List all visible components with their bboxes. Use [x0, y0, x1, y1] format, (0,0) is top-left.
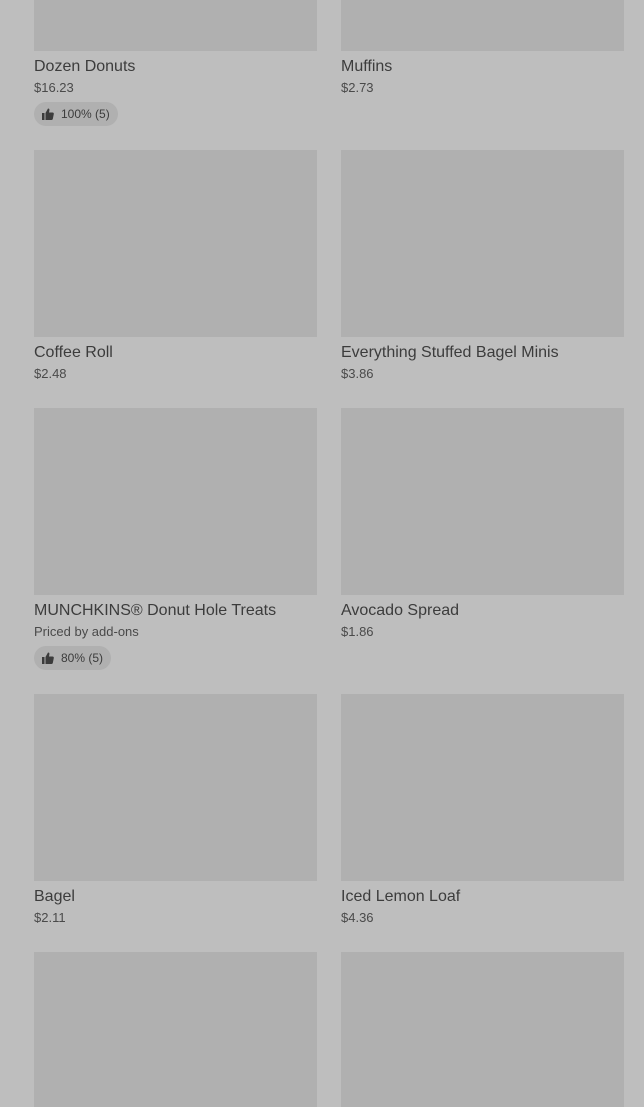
menu-item-card[interactable]: Muffins $2.73	[341, 0, 624, 96]
item-name: Coffee Roll	[34, 344, 113, 361]
item-price: $2.73	[341, 80, 374, 95]
item-price: $3.86	[341, 366, 374, 381]
item-price: $2.11	[34, 910, 66, 925]
menu-item-card[interactable]: MUNCHKINS® Donut Hole Treats Priced by a…	[34, 408, 317, 670]
rating-badge: 100% (5)	[34, 102, 118, 126]
item-name: Bagel	[34, 888, 75, 905]
item-price: $4.36	[341, 910, 374, 925]
item-image	[341, 0, 624, 51]
item-price: $2.48	[34, 366, 67, 381]
item-name: MUNCHKINS® Donut Hole Treats	[34, 602, 277, 619]
thumbs-up-icon	[42, 652, 54, 664]
menu-item-card[interactable]	[34, 952, 317, 1107]
item-name: Iced Lemon Loaf	[341, 888, 461, 905]
item-price: $16.23	[34, 80, 74, 95]
item-image	[34, 408, 317, 595]
menu-item-card[interactable]: Bagel $2.11	[34, 694, 317, 926]
item-name: Everything Stuffed Bagel Minis	[341, 344, 559, 361]
menu-item-card[interactable]: Coffee Roll $2.48	[34, 150, 317, 382]
item-image	[34, 694, 317, 881]
rating-badge: 80% (5)	[34, 646, 112, 670]
item-image	[341, 408, 624, 595]
item-image	[34, 0, 317, 51]
rating-text: 100% (5)	[61, 107, 110, 121]
item-image	[34, 150, 317, 337]
item-image	[341, 150, 624, 337]
menu-item-card[interactable]	[341, 952, 624, 1107]
item-image	[341, 694, 624, 881]
item-image	[341, 952, 624, 1107]
item-name: Dozen Donuts	[34, 58, 136, 75]
item-name: Avocado Spread	[341, 602, 460, 619]
item-price: $1.86	[341, 624, 374, 639]
rating-text: 80% (5)	[61, 651, 104, 665]
menu-item-card[interactable]: Iced Lemon Loaf $4.36	[341, 694, 624, 926]
menu-item-card[interactable]: Dozen Donuts $16.23 100% (5)	[34, 0, 317, 126]
item-image	[34, 952, 317, 1107]
menu-item-card[interactable]: Avocado Spread $1.86	[341, 408, 624, 640]
item-price: Priced by add-ons	[34, 624, 139, 639]
menu-grid: Dozen Donuts $16.23 100% (5) Muffins $2.…	[0, 0, 644, 1107]
menu-item-card[interactable]: Everything Stuffed Bagel Minis $3.86	[341, 150, 624, 382]
item-name: Muffins	[341, 58, 393, 75]
thumbs-up-icon	[42, 108, 54, 120]
